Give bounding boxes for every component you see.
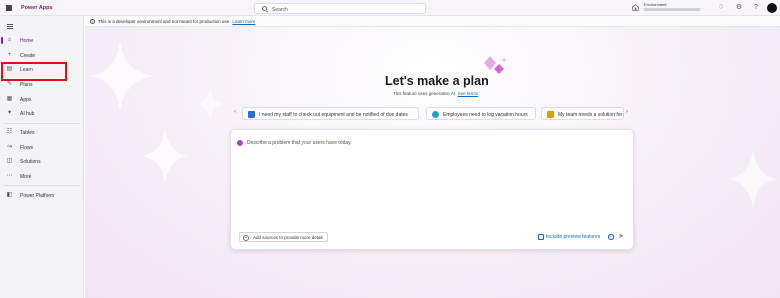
top-bar: Power Apps Search Environment ♢ ⚙ ? (0, 0, 780, 16)
add-sources-label: Add sources to provide more detail (253, 235, 323, 240)
info-icon[interactable]: i (608, 234, 614, 240)
dev-environment-banner: i This is a developer environment and no… (85, 16, 780, 27)
info-icon: i (90, 18, 95, 24)
sidebar-item-label: Solutions (20, 159, 41, 165)
home-icon: ⌂ (7, 37, 12, 43)
app-title[interactable]: Power Apps (21, 5, 53, 11)
banner-text: This is a developer environment and not … (98, 19, 256, 24)
flow-icon: ↝ (6, 144, 13, 150)
suggestion-chip[interactable]: Employees need to log vacation hours (426, 107, 536, 120)
suggestion-chip[interactable]: My team needs a solution for (541, 107, 624, 120)
plus-circle-icon: + (243, 234, 249, 241)
sidebar-item-label: More (20, 174, 32, 180)
prompt-card: Describe a problem that your users have … (230, 129, 634, 250)
sidebar-divider (4, 185, 80, 186)
page-title: Let's make a plan (385, 74, 489, 88)
sidebar-item-label: Home (20, 38, 34, 44)
genai-notice: This feature uses generative AI. See ter… (393, 91, 479, 96)
search-icon (262, 6, 267, 11)
sidebar-item-create[interactable]: + Create (0, 50, 84, 61)
sidebar-item-label: AI hub (20, 111, 35, 117)
chevron-right-icon[interactable]: › (626, 109, 628, 115)
main-content: i This is a developer environment and no… (85, 16, 780, 298)
sidebar-item-label: Tables (20, 130, 35, 136)
suggestion-label: Employees need to log vacation hours (443, 112, 528, 118)
help-icon[interactable]: ? (752, 4, 760, 12)
sparkle-decoration-icon (727, 148, 778, 209)
learn-more-link[interactable]: Learn more (232, 19, 255, 24)
sparkle-decoration-icon (197, 88, 223, 120)
ai-hub-icon: ✦ (6, 110, 13, 116)
prompt-input[interactable]: Describe a problem that your users have … (247, 140, 352, 146)
sidebar-item-more[interactable]: ⋯ More (0, 171, 84, 182)
plans-icon: ✎ (6, 81, 13, 87)
search-placeholder: Search (272, 7, 288, 13)
solutions-icon: ◫ (6, 158, 13, 164)
table-icon: ☷ (6, 129, 13, 135)
sidebar-item-label: Create (20, 53, 36, 59)
sidebar-item-tables[interactable]: ☷ Tables (0, 127, 84, 138)
send-icon[interactable]: ➤ (617, 233, 625, 241)
bell-icon[interactable]: ♢ (717, 4, 725, 12)
include-preview-checkbox[interactable] (538, 234, 544, 240)
power-platform-icon: ◧ (6, 192, 13, 198)
gear-icon[interactable]: ⚙ (735, 4, 743, 12)
waffle-icon[interactable] (6, 5, 12, 11)
search-input[interactable]: Search (254, 3, 426, 14)
include-preview-label[interactable]: Include preview features (546, 234, 600, 240)
plus-icon: + (7, 52, 12, 58)
chevron-left-icon[interactable]: ‹ (234, 109, 236, 115)
avatar[interactable] (767, 3, 777, 13)
environment-icon[interactable] (632, 4, 639, 11)
suggestion-icon (547, 111, 554, 118)
sidebar-item-solutions[interactable]: ◫ Solutions (0, 156, 84, 167)
sidebar-item-label: Power Platform (20, 193, 55, 199)
suggestion-icon (248, 111, 255, 118)
sidebar-item-label: Apps (20, 97, 32, 103)
sidebar-divider (4, 123, 80, 124)
apps-icon: ▦ (6, 96, 13, 102)
environment-name[interactable] (644, 8, 700, 11)
sidebar-item-home[interactable]: ⌂ Home (0, 35, 84, 46)
hamburger-menu-icon[interactable] (7, 24, 13, 31)
sidebar-item-label: Plans (20, 82, 33, 88)
sidebar-item-label: Flows (20, 145, 34, 151)
sidebar-item-apps[interactable]: ▦ Apps (0, 94, 84, 105)
sidebar: ⌂ Home + Create ▤ Learn ✎ Plans ▦ Apps ✦… (0, 16, 84, 298)
sparkle-decoration-icon (142, 128, 188, 184)
sidebar-item-flows[interactable]: ↝ Flows (0, 142, 84, 153)
sidebar-item-power-platform[interactable]: ◧ Power Platform (0, 190, 84, 201)
suggestion-label: My team needs a solution for (558, 112, 623, 118)
suggestion-label: I need my staff to check out equipment a… (259, 112, 408, 118)
sparkle-decoration-icon (90, 41, 155, 111)
create-highlight-box (1, 62, 67, 81)
environment-label[interactable]: Environment (644, 2, 666, 7)
suggestion-icon (432, 111, 439, 118)
see-terms-link[interactable]: See terms (458, 91, 479, 96)
sidebar-item-ai-hub[interactable]: ✦ AI hub (0, 108, 84, 119)
suggestion-chip[interactable]: I need my staff to check out equipment a… (242, 107, 419, 120)
copilot-icon (237, 140, 243, 146)
add-sources-button[interactable]: + Add sources to provide more detail (239, 232, 328, 242)
more-icon: ⋯ (6, 173, 13, 179)
